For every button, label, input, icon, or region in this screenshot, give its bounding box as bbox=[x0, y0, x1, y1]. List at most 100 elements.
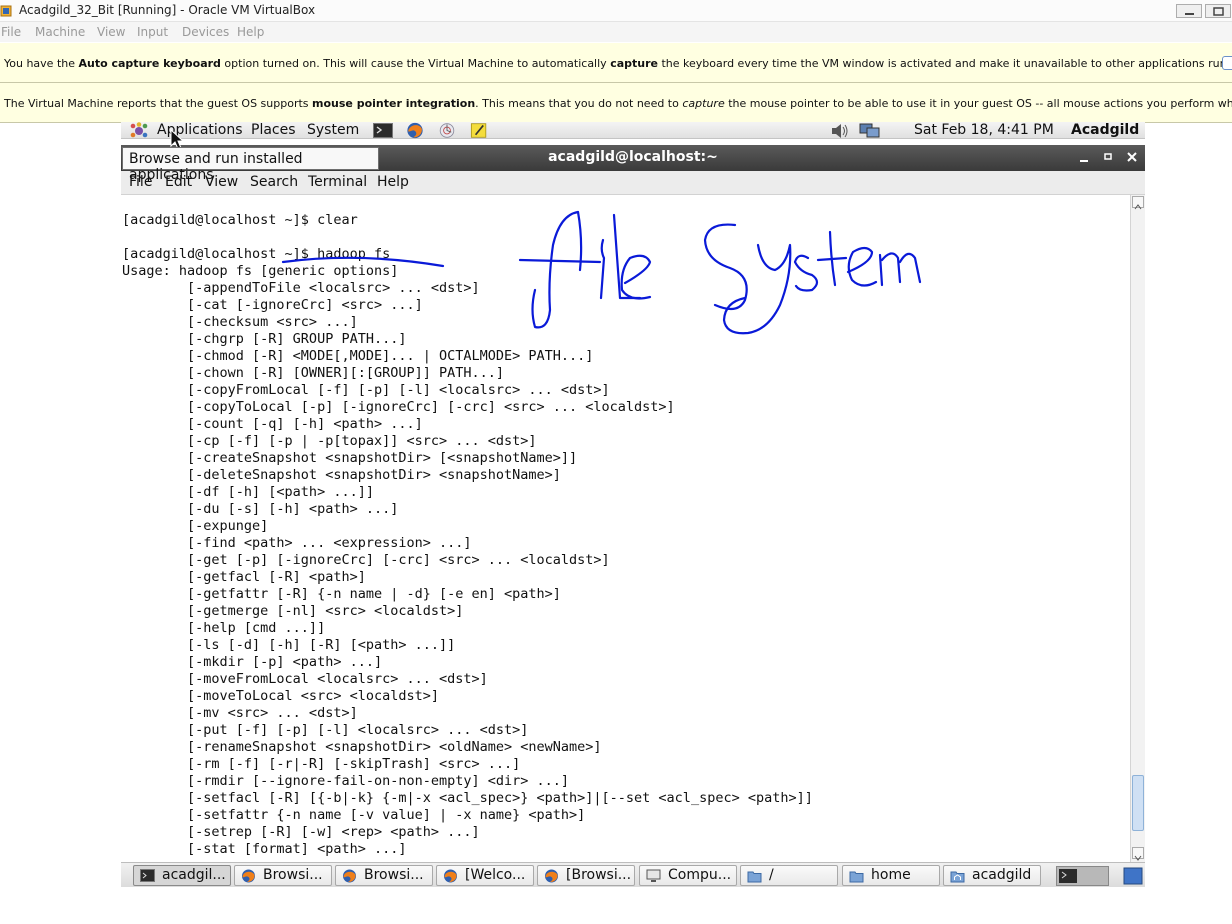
taskbar-item-label: [Browsi... bbox=[566, 867, 632, 883]
taskbar-item[interactable]: / bbox=[740, 865, 838, 886]
terminal-line: [-df [-h] [<path> ...]] bbox=[122, 484, 374, 500]
terminal-line: [-checksum <src> ...] bbox=[122, 314, 358, 330]
terminal-line: [-expunge] bbox=[122, 518, 269, 534]
show-desktop-icon[interactable] bbox=[1056, 866, 1109, 886]
host-menu-bar: File Machine View Input Devices Help bbox=[0, 22, 1232, 42]
firefox-launcher-icon[interactable] bbox=[405, 122, 425, 139]
terminal-line: [-cp [-f] [-p | -p[topax]] <src> ... <ds… bbox=[122, 433, 537, 449]
host-menu-view[interactable]: View bbox=[97, 25, 125, 39]
gnome-foot-icon[interactable] bbox=[129, 122, 149, 139]
mouse-integration-notice: The Virtual Machine reports that the gue… bbox=[0, 83, 1232, 123]
terminal-line: [-appendToFile <localsrc> ... <dst>] bbox=[122, 280, 480, 296]
terminal-minimize-icon[interactable] bbox=[1076, 149, 1092, 165]
terminal-line: [-rmdir [--ignore-fail-on-non-empty] <di… bbox=[122, 773, 570, 789]
firefox-icon bbox=[545, 869, 558, 883]
terminal-launcher-icon[interactable] bbox=[373, 123, 393, 138]
keyboard-capture-notice-text: You have the Auto capture keyboard optio… bbox=[4, 57, 1232, 70]
taskbar-item-label: Browsi... bbox=[263, 867, 323, 883]
host-minimize-button[interactable] bbox=[1176, 4, 1202, 18]
applications-tooltip: Browse and run installed applications bbox=[122, 147, 379, 183]
mouse-integration-notice-text: The Virtual Machine reports that the gue… bbox=[4, 97, 1232, 110]
network-icon[interactable] bbox=[859, 123, 881, 139]
terminal-line: [-help [cmd ...]] bbox=[122, 620, 326, 636]
terminal-line: [-find <path> ... <expression> ...] bbox=[122, 535, 472, 551]
scroll-up-arrow-icon[interactable] bbox=[1132, 196, 1144, 210]
terminal-menu-bar: File Edit View Search Terminal Help bbox=[121, 171, 1145, 195]
host-menu-help[interactable]: Help bbox=[237, 25, 264, 39]
places-menu[interactable]: Places bbox=[251, 122, 296, 138]
home-folder-icon bbox=[950, 871, 965, 883]
guest-bottom-panel: acadgil... Browsi... Browsi... [Welco... [Br… bbox=[121, 862, 1145, 887]
terminal-line: [-moveFromLocal <localsrc> ... <dst>] bbox=[122, 671, 488, 687]
terminal-line: [-chmod [-R] <MODE[,MODE]... | OCTALMODE… bbox=[122, 348, 594, 364]
volume-icon[interactable] bbox=[830, 123, 850, 139]
terminal-line: [-setfattr {-n name [-v value] | -x name… bbox=[122, 807, 586, 823]
workspace-switcher-icon[interactable] bbox=[1123, 866, 1143, 886]
taskbar-item[interactable]: acadgil... bbox=[133, 865, 231, 886]
terminal-menu-help[interactable]: Help bbox=[377, 174, 409, 190]
terminal-line: [-copyToLocal [-p] [-ignoreCrc] [-crc] <… bbox=[122, 399, 675, 415]
terminal-line: [-chown [-R] [OWNER][:[GROUP]] PATH...] bbox=[122, 365, 505, 381]
terminal-line: [-copyFromLocal [-f] [-p] [-l] <localsrc… bbox=[122, 382, 610, 398]
terminal-scrollbar[interactable] bbox=[1130, 195, 1145, 862]
terminal-line: Usage: hadoop fs [generic options] bbox=[122, 263, 399, 279]
taskbar-item-label: [Welco... bbox=[465, 867, 526, 883]
terminal-menu-terminal[interactable]: Terminal bbox=[308, 174, 367, 190]
notice-close-icon[interactable] bbox=[1222, 56, 1232, 70]
taskbar-item[interactable]: Browsi... bbox=[335, 865, 433, 886]
clock[interactable]: Sat Feb 18, 4:41 PM bbox=[914, 122, 1054, 138]
scroll-down-arrow-icon[interactable] bbox=[1132, 847, 1144, 861]
terminal-line: [-stat [format] <path> ...] bbox=[122, 841, 407, 857]
email-launcher-icon[interactable] bbox=[437, 122, 457, 139]
host-window-title: Acadgild_32_Bit [Running] - Oracle VM Vi… bbox=[19, 3, 316, 17]
host-menu-machine[interactable]: Machine bbox=[35, 25, 85, 39]
terminal-line: [-count [-q] [-h] <path> ...] bbox=[122, 416, 423, 432]
terminal-line: [-du [-s] [-h] <path> ...] bbox=[122, 501, 399, 517]
taskbar-item[interactable]: acadgild bbox=[943, 865, 1041, 886]
host-menu-file[interactable]: File bbox=[1, 25, 21, 39]
terminal-line: [-mkdir [-p] <path> ...] bbox=[122, 654, 383, 670]
system-menu[interactable]: System bbox=[307, 122, 359, 138]
terminal-icon bbox=[140, 869, 155, 882]
host-title-bar: Acadgild_32_Bit [Running] - Oracle VM Vi… bbox=[0, 0, 1232, 22]
terminal-line: [-moveToLocal <src> <localdst>] bbox=[122, 688, 439, 704]
virtualbox-icon bbox=[0, 5, 12, 17]
terminal-line: [-get [-p] [-ignoreCrc] [-crc] <src> ...… bbox=[122, 552, 610, 568]
terminal-text: [acadgild@localhost ~]$ clear [acadgild@… bbox=[122, 212, 813, 858]
folder-icon bbox=[747, 871, 762, 883]
host-menu-devices[interactable]: Devices bbox=[182, 25, 229, 39]
keyboard-capture-notice: You have the Auto capture keyboard optio… bbox=[0, 43, 1232, 83]
terminal-line: [acadgild@localhost ~]$ hadoop fs bbox=[122, 246, 391, 262]
taskbar-item[interactable]: Compu... bbox=[639, 865, 737, 886]
computer-icon bbox=[646, 869, 661, 882]
guest-top-panel: Applications Places System Sat Feb 18, 4… bbox=[121, 122, 1145, 139]
taskbar-item[interactable]: Browsi... bbox=[234, 865, 332, 886]
terminal-close-icon[interactable] bbox=[1124, 149, 1140, 165]
terminal-line: [-getfattr [-R] {-n name | -d} [-e en] <… bbox=[122, 586, 561, 602]
firefox-icon bbox=[242, 869, 255, 883]
applications-menu[interactable]: Applications bbox=[157, 122, 243, 138]
terminal-line: [-getmerge [-nl] <src> <localdst>] bbox=[122, 603, 464, 619]
terminal-line: [-rm [-f] [-r|-R] [-skipTrash] <src> ...… bbox=[122, 756, 521, 772]
terminal-menu-search[interactable]: Search bbox=[250, 174, 298, 190]
folder-icon bbox=[849, 871, 864, 883]
terminal-line: [-setrep [-R] [-w] <rep> <path> ...] bbox=[122, 824, 480, 840]
terminal-line: [-createSnapshot <snapshotDir> [<snapsho… bbox=[122, 450, 578, 466]
notes-launcher-icon[interactable] bbox=[469, 122, 489, 139]
taskbar-item[interactable]: [Browsi... bbox=[537, 865, 635, 886]
scrollbar-thumb[interactable] bbox=[1132, 775, 1144, 831]
taskbar-item-label: home bbox=[871, 867, 911, 883]
host-maximize-button[interactable] bbox=[1205, 4, 1231, 18]
taskbar-item[interactable]: home bbox=[842, 865, 940, 886]
terminal-line: [-getfacl [-R] <path>] bbox=[122, 569, 366, 585]
user-menu[interactable]: Acadgild bbox=[1071, 122, 1139, 138]
host-menu-input[interactable]: Input bbox=[137, 25, 168, 39]
taskbar-item[interactable]: [Welco... bbox=[436, 865, 534, 886]
terminal-line: [-ls [-d] [-h] [-R] [<path> ...]] bbox=[122, 637, 456, 653]
terminal-output[interactable]: [acadgild@localhost ~]$ clear [acadgild@… bbox=[121, 195, 1130, 862]
terminal-line: [-cat [-ignoreCrc] <src> ...] bbox=[122, 297, 423, 313]
terminal-maximize-icon[interactable] bbox=[1100, 149, 1116, 165]
terminal-line: [-put [-f] [-p] [-l] <localsrc> ... <dst… bbox=[122, 722, 529, 738]
terminal-line: [-chgrp [-R] GROUP PATH...] bbox=[122, 331, 407, 347]
